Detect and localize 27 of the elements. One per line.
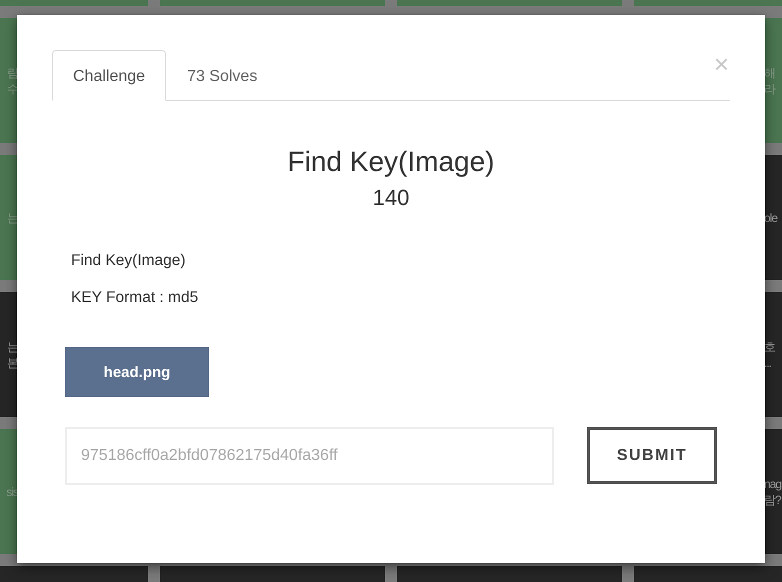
tile-text: 는 bbox=[7, 338, 18, 354]
tile-text: 본 bbox=[7, 354, 18, 370]
challenge-title: Find Key(Image) bbox=[286, 145, 496, 179]
challenge-tile[interactable] bbox=[397, 0, 622, 6]
tile-text: nag bbox=[764, 476, 782, 492]
tile-text: ole bbox=[764, 210, 778, 226]
tile-text: 림 bbox=[7, 64, 18, 80]
challenge-tile[interactable] bbox=[634, 566, 782, 582]
file-download-button[interactable]: head.png bbox=[65, 347, 209, 397]
tile-text: 호 bbox=[764, 338, 775, 354]
challenge-tile[interactable] bbox=[0, 566, 148, 582]
challenge-tile[interactable] bbox=[397, 566, 622, 582]
challenge-points: 140 bbox=[372, 185, 410, 211]
tile-text: 는 bbox=[7, 210, 18, 226]
description-text: KEY Format : md5 bbox=[71, 288, 200, 307]
challenge-tile[interactable] bbox=[634, 0, 782, 6]
challenge-tile[interactable] bbox=[160, 566, 385, 582]
tile-text: 람? bbox=[764, 492, 781, 508]
tile-text: 해 bbox=[764, 64, 775, 80]
tile-text: 라 bbox=[764, 80, 775, 96]
submit-button[interactable]: SUBMIT bbox=[587, 427, 717, 484]
tab[interactable]: 73 Solves bbox=[166, 50, 278, 101]
challenge-tile[interactable] bbox=[0, 0, 148, 6]
tab[interactable]: Challenge bbox=[52, 50, 166, 101]
description-text: Find Key(Image) bbox=[71, 251, 187, 270]
tile-text: ... bbox=[764, 354, 772, 370]
challenge-tile[interactable] bbox=[160, 0, 385, 6]
